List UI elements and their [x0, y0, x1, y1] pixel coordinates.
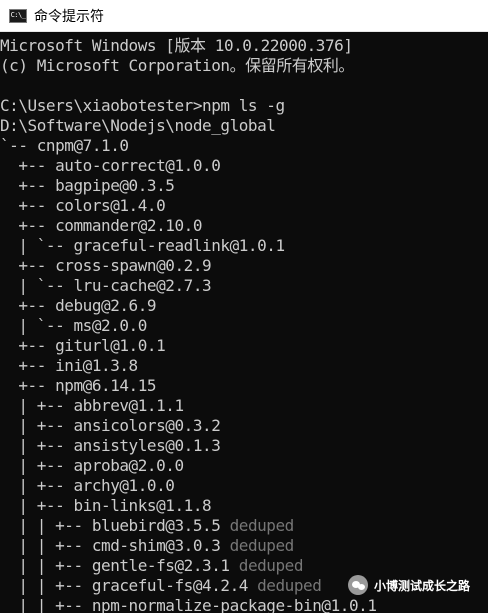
console-line-text: +-- cross-spawn@0.2.9 — [0, 256, 212, 275]
console-line-text: | +-- abbrev@1.1.1 — [0, 396, 184, 415]
console-line: | | +-- graceful-fs@4.2.4 deduped — [0, 576, 321, 596]
console-line: | | +-- cmd-shim@3.0.3 deduped — [0, 536, 294, 556]
console-line-text: +-- debug@2.6.9 — [0, 296, 157, 315]
console-line: +-- cross-spawn@0.2.9 — [0, 256, 211, 276]
console-line-text: | | +-- bluebird@3.5.5 — [0, 516, 221, 535]
console-line: C:\Users\xiaobotester>npm ls -g — [0, 96, 285, 116]
console-line: +-- ini@1.3.8 — [0, 356, 138, 376]
console-line-text: D:\Software\Nodejs\node_global — [0, 116, 276, 135]
console-line-text: | | +-- graceful-fs@4.2.4 — [0, 576, 248, 595]
console-line: | | +-- npm-normalize-package-bin@1.0.1 — [0, 596, 377, 613]
title-bar[interactable]: C:\_ 命令提示符 — [0, 0, 488, 32]
console-line-text: Microsoft Windows [版本 10.0.22000.376] — [0, 36, 353, 55]
console-line-text: | +-- aproba@2.0.0 — [0, 456, 184, 475]
console-line: | | +-- gentle-fs@2.3.1 deduped — [0, 556, 303, 576]
console-line-text: | `-- graceful-readlink@1.0.1 — [0, 236, 285, 255]
console-line: (c) Microsoft Corporation。保留所有权利。 — [0, 56, 354, 76]
console-output[interactable]: Microsoft Windows [版本 10.0.22000.376] (c)… — [0, 34, 488, 613]
console-line-text: +-- bagpipe@0.3.5 — [0, 176, 175, 195]
console-line: | `-- lru-cache@2.7.3 — [0, 276, 211, 296]
window-title: 命令提示符 — [34, 8, 104, 25]
cmd-icon-label: C:\_ — [10, 11, 26, 19]
console-line-text: +-- colors@1.4.0 — [0, 196, 166, 215]
console-line: | +-- aproba@2.0.0 — [0, 456, 184, 476]
deduped-label: deduped — [229, 556, 304, 575]
console-line: `-- cnpm@7.1.0 — [0, 136, 129, 156]
console-line: | | +-- bluebird@3.5.5 deduped — [0, 516, 294, 536]
console-line: | +-- ansicolors@0.3.2 — [0, 416, 220, 436]
console-line: | `-- ms@2.0.0 — [0, 316, 147, 336]
console-line-text: `-- cnpm@7.1.0 — [0, 136, 129, 155]
console-line-text: | +-- ansicolors@0.3.2 — [0, 416, 221, 435]
console-line-text: | | +-- npm-normalize-package-bin@1.0.1 — [0, 596, 377, 613]
console-line-text: | +-- bin-links@1.1.8 — [0, 496, 212, 515]
console-line: | +-- archy@1.0.0 — [0, 476, 175, 496]
wechat-icon — [347, 575, 368, 595]
console-line-text: C:\Users\xiaobotester>npm ls -g — [0, 96, 285, 115]
console-line-text: (c) Microsoft Corporation。保留所有权利。 — [0, 56, 354, 75]
console-line: +-- bagpipe@0.3.5 — [0, 176, 175, 196]
console-line: +-- commander@2.10.0 — [0, 216, 202, 236]
console-line-text: | +-- archy@1.0.0 — [0, 476, 175, 495]
console-line-text: | | +-- gentle-fs@2.3.1 — [0, 556, 230, 575]
console-line-text: +-- ini@1.3.8 — [0, 356, 138, 375]
console-line: | +-- abbrev@1.1.1 — [0, 396, 184, 416]
deduped-label: deduped — [247, 576, 322, 595]
watermark-text: 小博测试成长之路 — [373, 578, 470, 593]
console-line-text: | `-- ms@2.0.0 — [0, 316, 147, 335]
console-line-text: | | +-- cmd-shim@3.0.3 — [0, 536, 221, 555]
watermark: 小博测试成长之路 — [347, 575, 470, 595]
deduped-label: deduped — [220, 536, 295, 555]
console-line: +-- giturl@1.0.1 — [0, 336, 165, 356]
console-line-text: +-- npm@6.14.15 — [0, 376, 157, 395]
console-line: Microsoft Windows [版本 10.0.22000.376] — [0, 36, 353, 56]
console-line: | +-- ansistyles@0.1.3 — [0, 436, 220, 456]
console-line: | +-- bin-links@1.1.8 — [0, 496, 211, 516]
cmd-icon: C:\_ — [9, 8, 27, 23]
console-line: +-- colors@1.4.0 — [0, 196, 165, 216]
console-line-text: +-- commander@2.10.0 — [0, 216, 203, 235]
console-line-text: +-- auto-correct@1.0.0 — [0, 156, 221, 175]
console-line: +-- npm@6.14.15 — [0, 376, 156, 396]
console-line-text: +-- giturl@1.0.1 — [0, 336, 166, 355]
console-line: D:\Software\Nodejs\node_global — [0, 116, 276, 136]
console-line: | `-- graceful-readlink@1.0.1 — [0, 236, 285, 256]
deduped-label: deduped — [220, 516, 295, 535]
console-line-text: | `-- lru-cache@2.7.3 — [0, 276, 212, 295]
console-line-text: | +-- ansistyles@0.1.3 — [0, 436, 221, 455]
console-line: +-- debug@2.6.9 — [0, 296, 156, 316]
console-line: +-- auto-correct@1.0.0 — [0, 156, 220, 176]
